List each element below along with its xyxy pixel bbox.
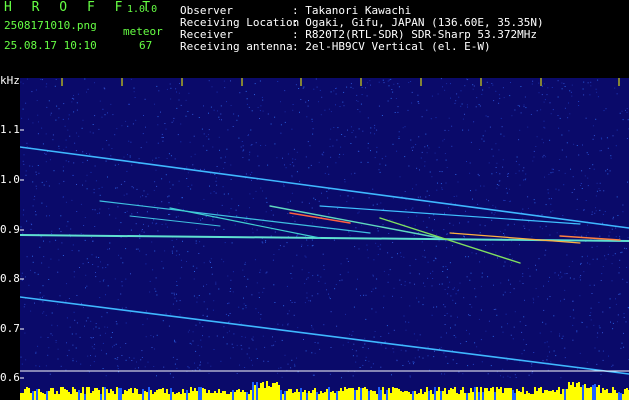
meteor-count: 67	[139, 39, 153, 52]
y-tick-0.6: 0.6	[0, 371, 20, 384]
spectrogram	[20, 78, 629, 400]
y-tick-1.0: 1.0	[0, 173, 20, 186]
meta-antenna-key: Receiving antenna	[180, 40, 293, 53]
meteor-label: meteor	[123, 25, 163, 38]
y-tick-0.7: 0.7	[0, 322, 20, 335]
file-name: 2508171010.png	[4, 19, 97, 32]
file-datetime: 25.08.17 10:10	[4, 39, 97, 52]
app-version: 1.0.0	[127, 4, 158, 15]
y-tick-0.8: 0.8	[0, 272, 20, 285]
y-tick-1.1: 1.1	[0, 123, 20, 136]
meta-antenna-value: : 2el-HB9CV Vertical (el. E-W)	[292, 40, 491, 53]
y-axis-unit: kHz	[0, 74, 20, 87]
y-tick-0.9: 0.9	[0, 223, 20, 236]
